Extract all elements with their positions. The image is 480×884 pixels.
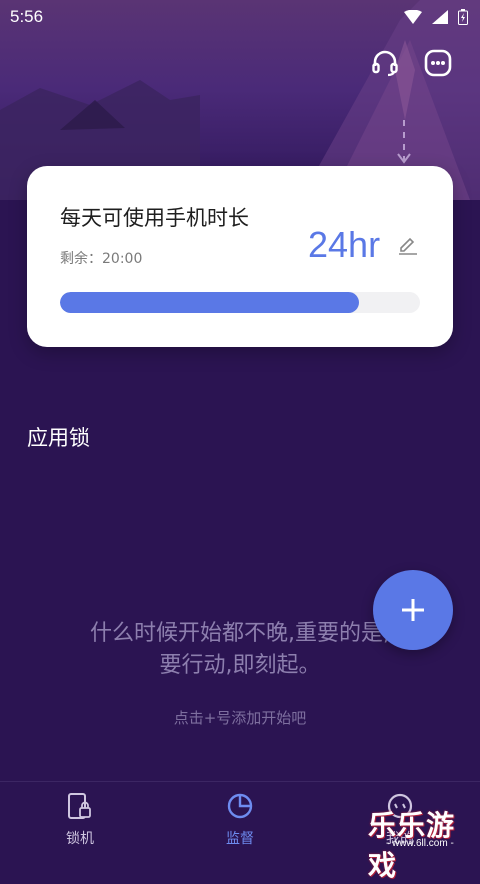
phone-lock-icon: [68, 793, 91, 819]
pie-chart-icon: [227, 793, 253, 819]
usage-progress-bar: [60, 292, 420, 313]
app-lock-title: 应用锁: [27, 426, 90, 450]
nav-item-lock-phone[interactable]: 锁机: [40, 792, 120, 848]
plus-icon: [402, 599, 424, 621]
empty-state-hint: 点击+号添加开始吧: [173, 709, 307, 727]
battery-icon: [458, 9, 468, 25]
signal-icon: [432, 10, 448, 24]
site-watermark: 乐乐游戏 - www.6ll.com -: [362, 802, 480, 882]
pencil-icon: [399, 237, 417, 255]
empty-state-quote: 什么时候开始都不晚,重要的是,要行动,即刻起。: [90, 621, 390, 678]
edit-hours-button[interactable]: [397, 234, 419, 256]
more-dots-icon: [424, 49, 452, 77]
headset-icon: [372, 50, 398, 77]
daily-hours-value: 24hr: [308, 224, 381, 265]
watermark-url: - www.6ll.com -: [386, 838, 454, 849]
wifi-icon: [404, 10, 422, 24]
status-bar: 5:56: [0, 0, 480, 34]
remaining-time: 剩余：20:00: [60, 251, 143, 267]
add-app-button[interactable]: [373, 570, 453, 650]
status-icons: [404, 9, 468, 25]
usage-time-card[interactable]: 每天可使用手机时长 剩余：20:00 24hr: [27, 166, 453, 347]
customer-support-button[interactable]: [367, 45, 403, 81]
nav-label-supervise: 监督: [226, 831, 254, 847]
more-options-button[interactable]: [420, 45, 456, 81]
usage-progress-fill: [60, 292, 359, 313]
nav-label-lock-phone: 锁机: [66, 831, 94, 847]
status-time: 5:56: [10, 7, 44, 26]
usage-card-title: 每天可使用手机时长: [60, 206, 249, 230]
nav-item-supervise[interactable]: 监督: [200, 792, 280, 848]
